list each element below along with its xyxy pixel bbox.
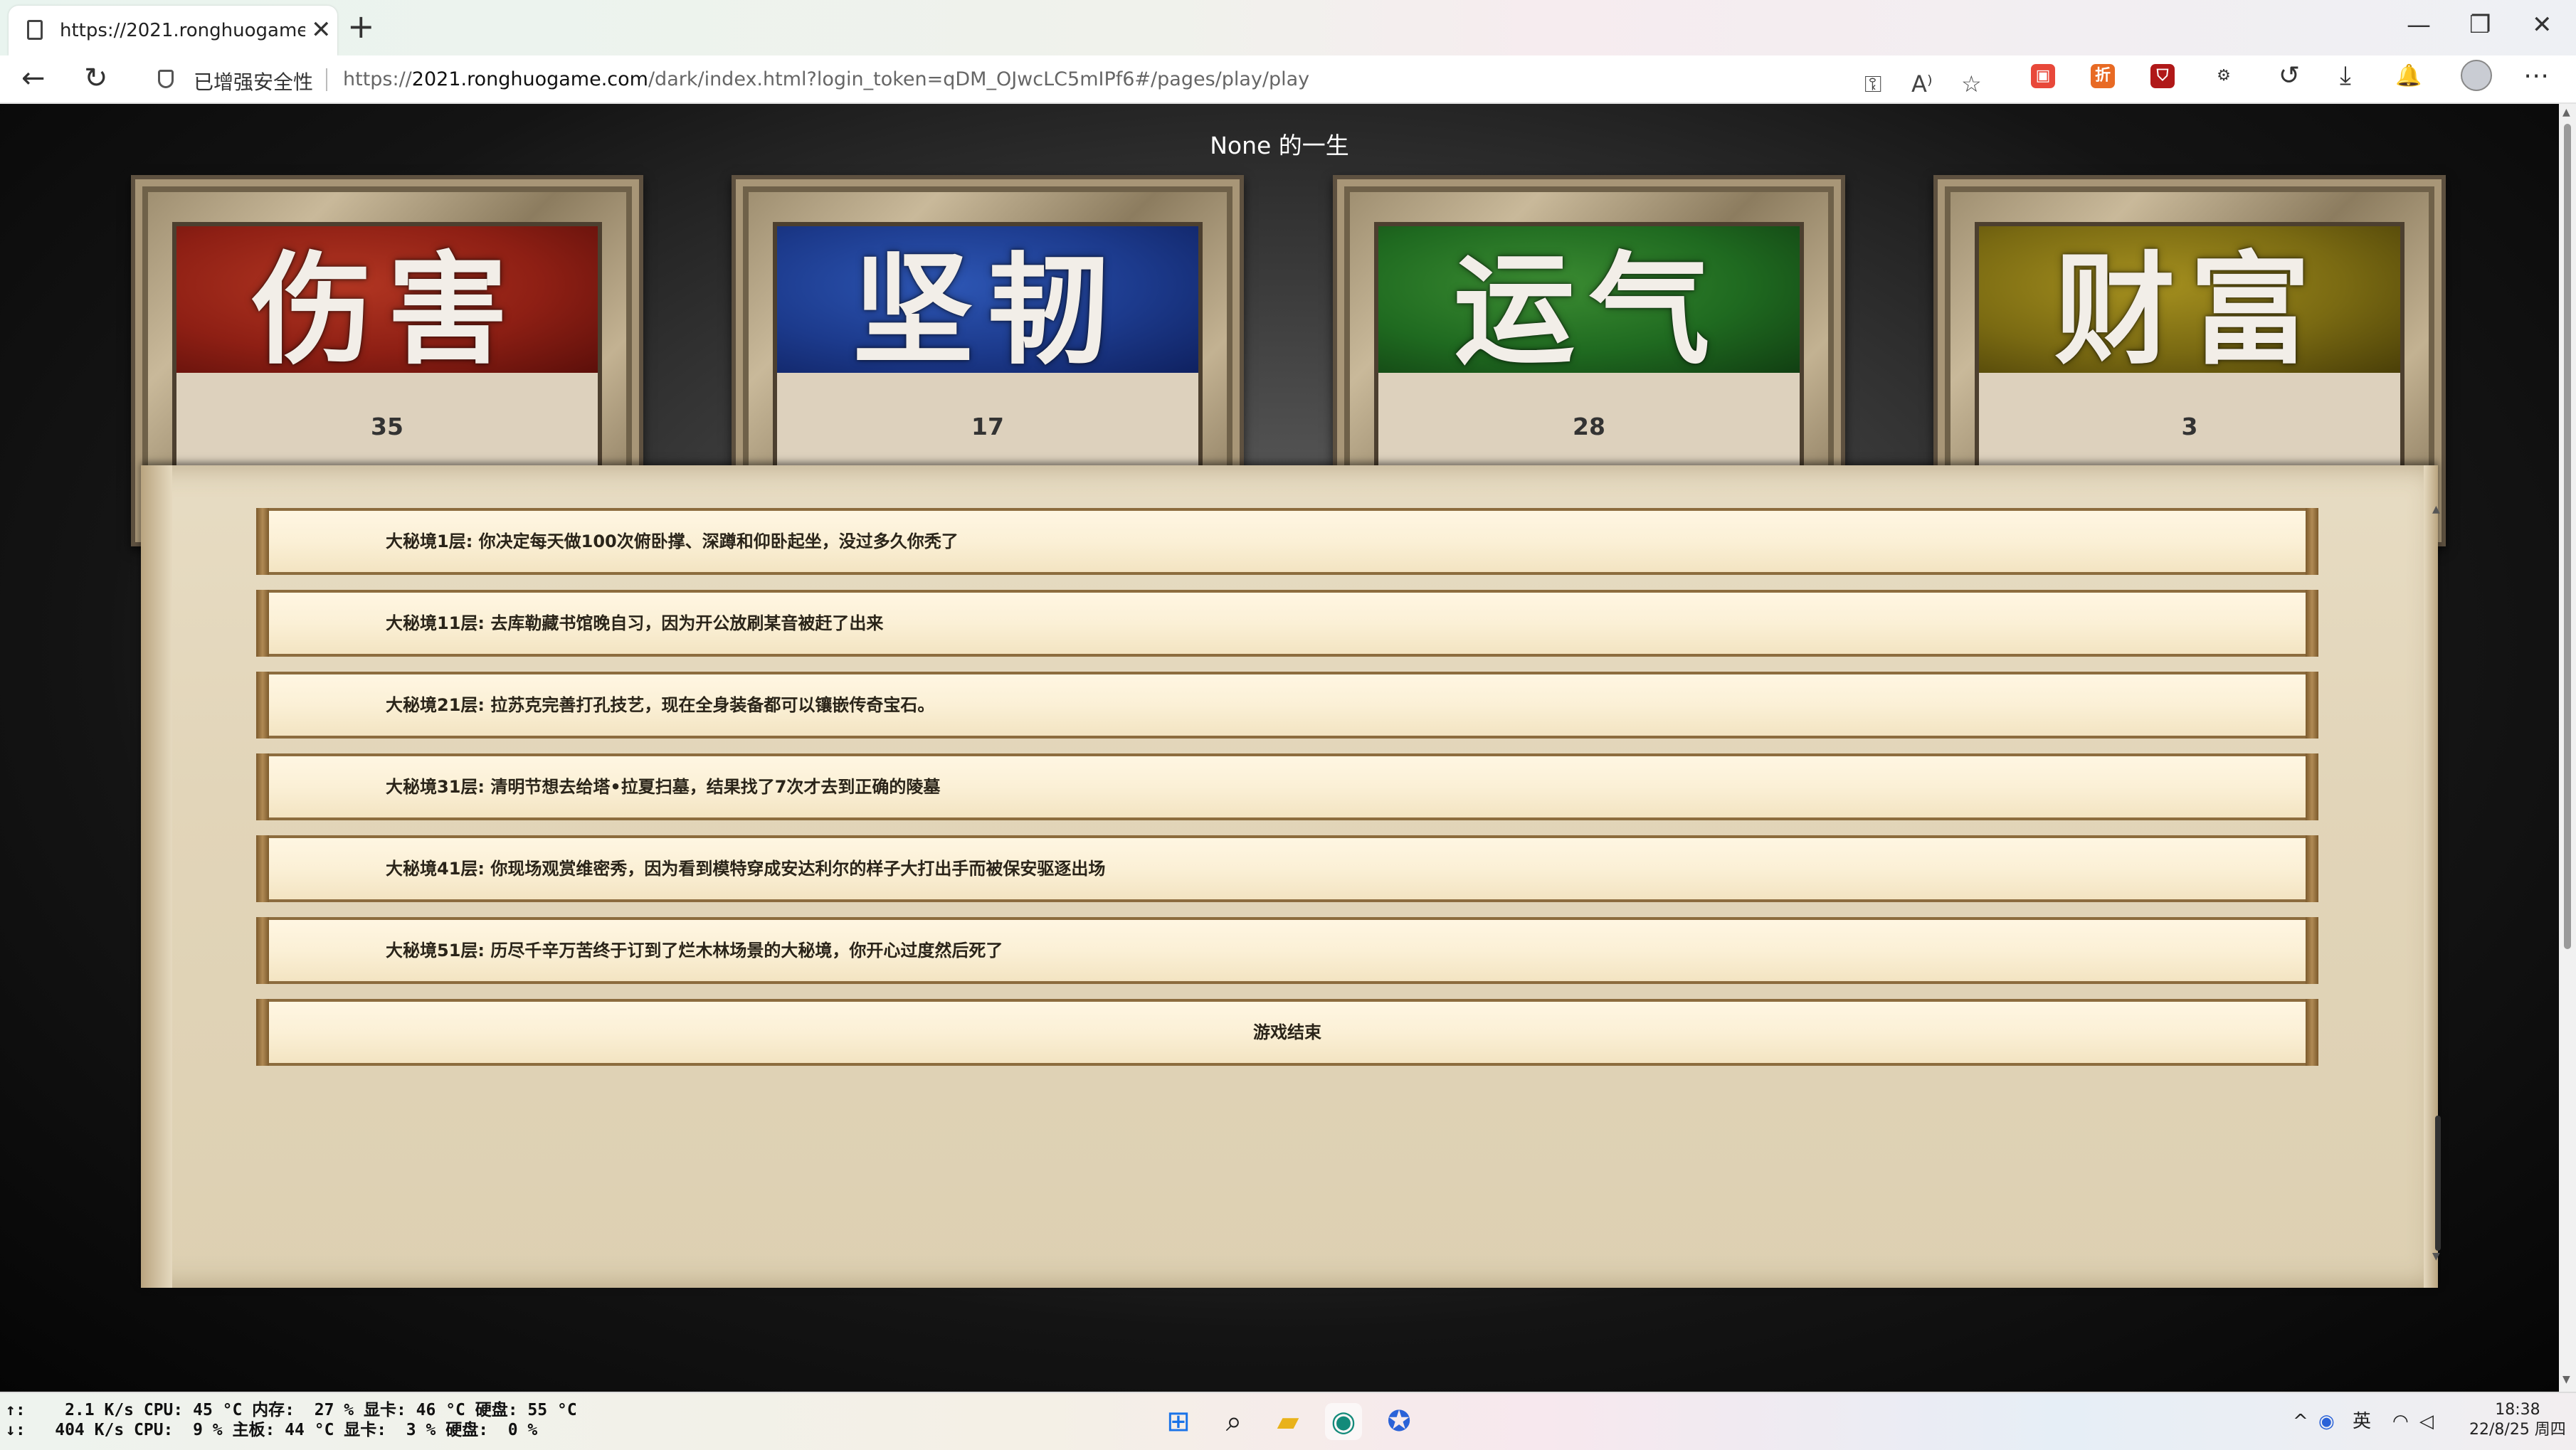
list-item: 大秘境41层: 你现场观赏维密秀，因为看到模特穿成安达利尔的样子大打出手而被保安…: [256, 835, 2318, 902]
bell-icon[interactable]: 🔔: [2395, 60, 2422, 92]
list-item: 大秘境1层: 你决定每天做100次俯卧撑、深蹲和仰卧起坐，没过多久你秃了: [256, 508, 2318, 575]
taskbar: ↑: 2.1 K/s CPU: 45 °C 内存: 27 % 显卡: 46 °C…: [0, 1392, 2576, 1450]
list-item: 大秘境51层: 历尽千辛万苦终于订到了烂木林场景的大秘境，你开心过度然后死了: [256, 917, 2318, 984]
read-aloud-icon[interactable]: A⁾: [1911, 70, 1933, 98]
stat-name: 财富: [1979, 226, 2400, 381]
address-bar[interactable]: 已增强安全性 https://2021.ronghuogame.com/dark…: [142, 60, 1992, 98]
key-icon[interactable]: ⚿: [1864, 70, 1881, 98]
extension-icon-1[interactable]: ▣: [2031, 64, 2055, 88]
page-icon: [27, 20, 43, 40]
search-icon[interactable]: ⌕: [1215, 1403, 1252, 1440]
scrollbar-thumb[interactable]: [2564, 124, 2571, 949]
url-text[interactable]: https://2021.ronghuogame.com/dark/index.…: [343, 68, 1309, 90]
event-text: 大秘境21层: 拉苏克完善打孔技艺，现在全身装备都可以镶嵌传奇宝石。: [386, 695, 935, 715]
security-label[interactable]: 已增强安全性: [194, 67, 313, 95]
volume-icon[interactable]: ◁: [2419, 1409, 2434, 1434]
extension-icon-2[interactable]: 折: [2091, 64, 2115, 88]
scroll-down-icon[interactable]: ▼: [2562, 1374, 2570, 1385]
scroll-up-icon[interactable]: ▲: [2432, 504, 2440, 515]
tab-title: https://2021.ronghuogame.com: [60, 20, 305, 41]
tab-bar: https://2021.ronghuogame.com ✕ + — ❐ ✕: [0, 0, 2576, 55]
tray-app-icon[interactable]: ◉: [2318, 1409, 2335, 1434]
event-text: 大秘境11层: 去库勒藏书馆晚自习，因为开公放刷某音被赶了出来: [386, 613, 884, 633]
stat-value: 17: [971, 413, 1004, 440]
url-prefix: https://: [343, 68, 412, 90]
stat-name: 伤害: [176, 226, 598, 381]
avatar[interactable]: [2461, 60, 2492, 91]
event-list-scrollbar[interactable]: ▲ ▼: [2432, 504, 2444, 1264]
stat-value: 28: [1573, 413, 1605, 440]
stat-name: 坚韧: [777, 226, 1198, 381]
clock-date: 22/8/25 周四: [2469, 1421, 2566, 1439]
close-window-button[interactable]: ✕: [2532, 7, 2553, 43]
stat-card-inner: 坚韧 17: [773, 222, 1203, 502]
minimize-button[interactable]: —: [2407, 7, 2431, 43]
stat-name: 运气: [1378, 226, 1800, 381]
scroll-down-icon[interactable]: ▼: [2432, 1251, 2440, 1262]
stat-value: 3: [2181, 413, 2198, 440]
clock[interactable]: 18:38 22/8/25 周四: [2469, 1400, 2566, 1440]
wifi-icon[interactable]: ◠: [2392, 1409, 2409, 1434]
stat-card-inner: 运气 28: [1374, 222, 1804, 502]
event-text: 大秘境51层: 历尽千辛万苦终于订到了烂木林场景的大秘境，你开心过度然后死了: [386, 941, 1003, 961]
more-icon[interactable]: ⋯: [2523, 60, 2549, 92]
page-title: None 的一生: [1210, 132, 1349, 159]
monitor-line-1: ↑: 2.1 K/s CPU: 45 °C 内存: 27 % 显卡: 46 °C…: [6, 1401, 577, 1419]
folder-icon[interactable]: ▰: [1269, 1403, 1307, 1440]
system-monitor: ↑: 2.1 K/s CPU: 45 °C 内存: 27 % 显卡: 46 °C…: [6, 1400, 577, 1440]
shield-icon[interactable]: [158, 70, 174, 88]
new-tab-button[interactable]: +: [347, 7, 375, 46]
app-icon[interactable]: ✪: [1381, 1403, 1418, 1440]
scroll-up-icon[interactable]: ▲: [2562, 107, 2570, 118]
page-scrollbar[interactable]: ▲ ▼: [2559, 104, 2576, 1392]
monitor-line-2: ↓: 404 K/s CPU: 9 % 主板: 44 °C 显卡: 3 % 硬盘…: [6, 1421, 538, 1439]
stat-card-inner: 伤害 35: [172, 222, 602, 502]
address-toolbar: ← ↻ 已增强安全性 https://2021.ronghuogame.com/…: [0, 55, 2576, 104]
chevron-up-icon[interactable]: ^: [2293, 1409, 2308, 1434]
extensions-icon[interactable]: ⚙: [2212, 64, 2236, 88]
game-over-text: 游戏结束: [1253, 1022, 1321, 1042]
favorite-icon[interactable]: ☆: [1961, 70, 1982, 98]
scrollbar-thumb[interactable]: [2435, 1116, 2441, 1251]
url-path: /dark/index.html?login_token=qDM_OJwcLC5…: [648, 68, 1310, 90]
divider: [326, 68, 327, 91]
browser-tab[interactable]: https://2021.ronghuogame.com ✕: [9, 6, 337, 55]
list-item: 大秘境11层: 去库勒藏书馆晚自习，因为开公放刷某音被赶了出来: [256, 590, 2318, 657]
reload-button[interactable]: ↻: [84, 60, 108, 97]
maximize-button[interactable]: ❐: [2469, 7, 2491, 43]
ime-indicator[interactable]: 英: [2353, 1409, 2371, 1434]
list-item: 大秘境31层: 清明节想去给塔•拉夏扫墓，结果找了7次才去到正确的陵墓: [256, 753, 2318, 820]
stat-value: 35: [371, 413, 403, 440]
windows-start-icon[interactable]: ⊞: [1160, 1403, 1197, 1440]
url-host: 2021.ronghuogame.com: [411, 68, 648, 90]
extension-icon-3[interactable]: ⛉: [2150, 64, 2175, 88]
history-icon[interactable]: ↺: [2279, 60, 2300, 92]
download-icon[interactable]: ⤓: [2340, 60, 2351, 92]
stat-card-inner: 财富 3: [1975, 222, 2405, 502]
clock-time: 18:38: [2495, 1401, 2540, 1419]
event-text: 大秘境41层: 你现场观赏维密秀，因为看到模特穿成安达利尔的样子大打出手而被保安…: [386, 859, 1106, 879]
close-tab-icon[interactable]: ✕: [311, 16, 332, 44]
edge-icon[interactable]: ◉: [1325, 1403, 1362, 1440]
back-button[interactable]: ←: [21, 60, 46, 97]
event-text: 大秘境1层: 你决定每天做100次俯卧撑、深蹲和仰卧起坐，没过多久你秃了: [386, 531, 959, 551]
event-text: 大秘境31层: 清明节想去给塔•拉夏扫墓，结果找了7次才去到正确的陵墓: [386, 777, 941, 797]
event-list: 大秘境1层: 你决定每天做100次俯卧撑、深蹲和仰卧起坐，没过多久你秃了 大秘境…: [256, 508, 2318, 1081]
list-item: 大秘境21层: 拉苏克完善打孔技艺，现在全身装备都可以镶嵌传奇宝石。: [256, 672, 2318, 739]
game-over-item[interactable]: 游戏结束: [256, 999, 2318, 1066]
